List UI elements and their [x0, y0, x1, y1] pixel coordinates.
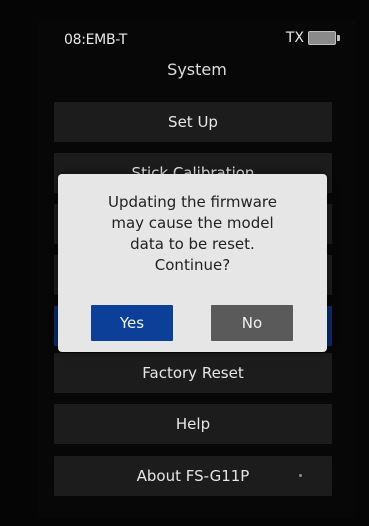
menu-item-factory-reset[interactable]: Factory Reset [54, 353, 332, 393]
confirm-dialog: Updating the firmware may cause the mode… [58, 174, 327, 352]
tx-label: TX [285, 30, 304, 46]
menu-item-label: Help [175, 415, 211, 433]
no-button-label: No [241, 314, 263, 332]
model-status-text: 08:EMB-T [64, 32, 127, 48]
yes-button-label: Yes [119, 314, 145, 332]
transmitter-status: TX [286, 30, 340, 46]
no-button[interactable]: No [211, 305, 293, 341]
device-bezel: 08:EMB-T TX System Set Up Stick Calibrat… [0, 0, 369, 526]
device-screen: 08:EMB-T TX System Set Up Stick Calibrat… [38, 20, 356, 518]
page-title: System [167, 60, 227, 79]
battery-icon [308, 31, 340, 45]
dialog-message: Updating the firmware may cause the mode… [108, 193, 277, 274]
menu-item-label: About FS-G11P [136, 467, 250, 485]
menu-item-about[interactable]: About FS-G11P [54, 456, 332, 496]
menu-item-help[interactable]: Help [54, 404, 332, 444]
menu-item-label: Factory Reset [142, 364, 244, 382]
menu-item-set-up[interactable]: Set Up [54, 102, 332, 142]
yes-button[interactable]: Yes [91, 305, 173, 341]
indicator-dot-icon [299, 474, 302, 477]
menu-item-label: Set Up [168, 113, 218, 131]
status-bar: 08:EMB-T TX [38, 20, 356, 54]
